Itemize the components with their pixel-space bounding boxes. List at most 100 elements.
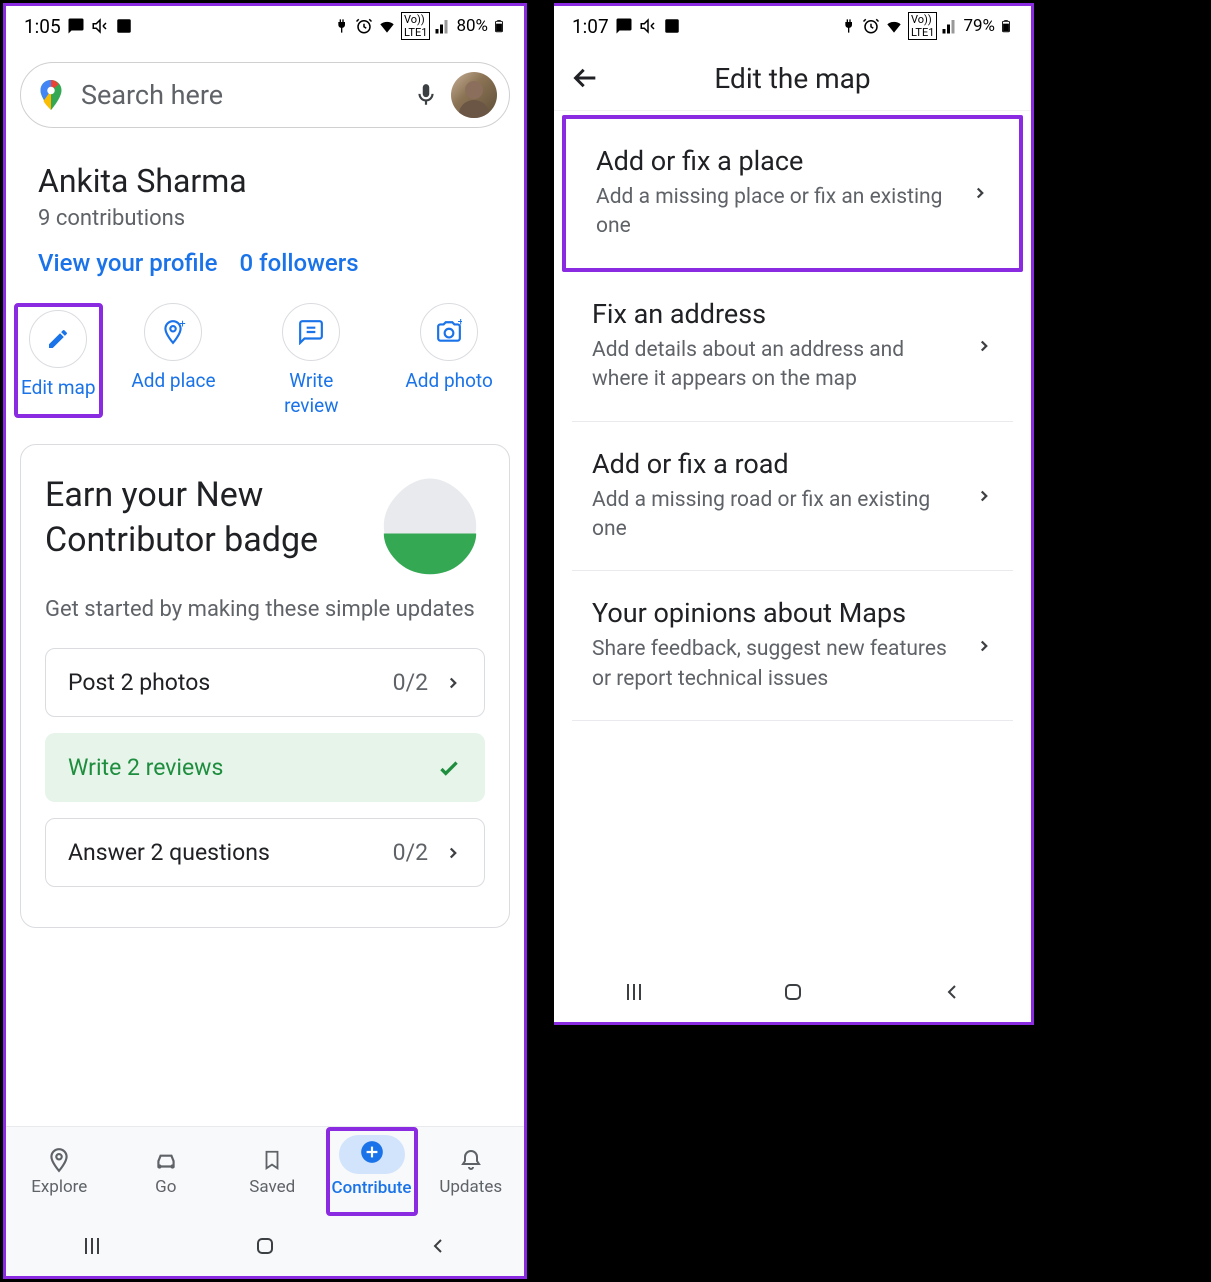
battery-text: 80% — [456, 16, 488, 36]
plus-circle-icon — [359, 1139, 385, 1165]
status-bar: 1:05 Vo))LTE1 80% — [6, 6, 524, 46]
status-time: 1:05 — [24, 15, 61, 38]
followers-link[interactable]: 0 followers — [240, 249, 359, 277]
signal-icon — [941, 17, 959, 35]
contributor-badge-card: Earn your New Contributor badge Get star… — [20, 444, 510, 928]
add-place-label: Add place — [131, 369, 215, 394]
task-write-reviews[interactable]: Write 2 reviews — [45, 733, 485, 802]
chevron-right-icon — [444, 674, 462, 692]
divider — [527, 0, 554, 1282]
check-icon — [436, 755, 462, 781]
svg-text:+: + — [180, 319, 186, 331]
edit-map-label: Edit map — [21, 376, 96, 401]
write-review-label: Write review — [284, 369, 338, 418]
phone-left-contribute: 1:05 Vo))LTE1 80% Search here — [3, 3, 527, 1279]
bell-icon — [459, 1147, 483, 1173]
battery-icon — [492, 16, 506, 36]
search-bar[interactable]: Search here — [20, 62, 510, 128]
nav-label: Saved — [249, 1177, 295, 1197]
home-icon[interactable] — [253, 1234, 277, 1258]
add-photo-action[interactable]: + Add photo — [382, 303, 516, 418]
chat-icon — [615, 17, 633, 35]
battery-text: 79% — [963, 16, 995, 36]
bookmark-icon — [261, 1147, 283, 1173]
status-time: 1:07 — [572, 15, 609, 38]
volume-off-icon — [639, 17, 657, 35]
chevron-right-icon — [444, 844, 462, 862]
android-nav-bar — [554, 962, 1031, 1022]
nav-updates[interactable]: Updates — [418, 1127, 525, 1216]
highlight-contribute-nav: Contribute — [326, 1127, 418, 1216]
add-photo-label: Add photo — [405, 369, 492, 394]
car-icon — [151, 1147, 181, 1173]
chevron-right-icon — [975, 487, 993, 505]
list-subtitle: Add a missing place or fix an existing o… — [596, 183, 959, 242]
nav-label: Go — [155, 1177, 176, 1197]
nav-explore[interactable]: Explore — [6, 1127, 113, 1216]
badge-graphic — [375, 473, 485, 583]
recent-apps-icon[interactable] — [622, 980, 646, 1004]
task-answer-questions[interactable]: Answer 2 questions 0/2 — [45, 818, 485, 887]
image-icon — [663, 17, 681, 35]
volume-off-icon — [91, 17, 109, 35]
mic-icon[interactable] — [413, 82, 439, 108]
task-post-photos[interactable]: Post 2 photos 0/2 — [45, 648, 485, 717]
status-bar: 1:07 Vo))LTE1 79% — [554, 6, 1031, 46]
nav-label: Explore — [31, 1177, 87, 1197]
image-icon — [115, 17, 133, 35]
list-subtitle: Share feedback, suggest new features or … — [592, 635, 963, 694]
wifi-icon — [884, 16, 904, 36]
search-placeholder: Search here — [81, 79, 401, 111]
list-title: Fix an address — [592, 298, 963, 330]
phone-right-edit-map: 1:07 Vo))LTE1 79% Edit the map Add or fi… — [554, 3, 1034, 1025]
back-icon[interactable] — [940, 980, 964, 1004]
home-icon[interactable] — [781, 980, 805, 1004]
nav-contribute[interactable]: Contribute — [332, 1135, 412, 1198]
signal-icon — [434, 17, 452, 35]
list-subtitle: Add a missing road or fix an existing on… — [592, 486, 963, 545]
task-label: Post 2 photos — [68, 669, 393, 696]
google-maps-logo — [33, 77, 69, 113]
chat-icon — [67, 17, 85, 35]
list-title: Your opinions about Maps — [592, 597, 963, 629]
plug-icon — [842, 18, 858, 34]
android-nav-bar — [6, 1216, 524, 1276]
card-subtitle: Get started by making these simple updat… — [45, 595, 485, 626]
back-icon[interactable] — [426, 1234, 450, 1258]
highlight-add-fix-place: Add or fix a place Add a missing place o… — [562, 115, 1023, 272]
chevron-right-icon — [975, 637, 993, 655]
task-label: Answer 2 questions — [68, 839, 393, 866]
item-add-fix-road[interactable]: Add or fix a road Add a missing road or … — [572, 422, 1013, 572]
item-fix-address[interactable]: Fix an address Add details about an addr… — [572, 272, 1013, 422]
edit-map-action[interactable]: Edit map — [21, 310, 96, 401]
write-review-action[interactable]: Write review — [244, 303, 378, 418]
highlight-edit-map: Edit map — [14, 303, 103, 418]
recent-apps-icon[interactable] — [80, 1234, 104, 1258]
item-opinions[interactable]: Your opinions about Maps Share feedback,… — [572, 571, 1013, 721]
profile-avatar[interactable] — [451, 72, 497, 118]
nav-label: Updates — [439, 1177, 502, 1197]
review-icon — [298, 319, 324, 345]
pin-plus-icon: + — [160, 319, 186, 345]
volte-icon: Vo))LTE1 — [401, 12, 430, 40]
nav-saved[interactable]: Saved — [219, 1127, 326, 1216]
item-add-fix-place[interactable]: Add or fix a place Add a missing place o… — [576, 119, 1009, 268]
task-progress: 0/2 — [393, 839, 428, 866]
svg-text:+: + — [458, 319, 462, 329]
edit-map-header: Edit the map — [554, 46, 1031, 111]
add-place-action[interactable]: + Add place — [107, 303, 241, 418]
alarm-icon — [862, 17, 880, 35]
view-profile-link[interactable]: View your profile — [38, 249, 218, 277]
profile-section: Ankita Sharma 9 contributions View your … — [6, 138, 524, 287]
nav-go[interactable]: Go — [113, 1127, 220, 1216]
bottom-nav: Explore Go Saved Contribute Updates — [6, 1126, 524, 1216]
contributions-count: 9 contributions — [38, 206, 492, 231]
pin-icon — [46, 1147, 72, 1173]
task-label: Write 2 reviews — [68, 754, 436, 781]
task-progress: 0/2 — [393, 669, 428, 696]
action-row: Edit map + Add place Write review + Add … — [6, 287, 524, 436]
volte-icon: Vo))LTE1 — [908, 12, 937, 40]
card-title: Earn your New Contributor badge — [45, 473, 363, 561]
plug-icon — [335, 18, 351, 34]
list-title: Add or fix a place — [596, 145, 959, 177]
